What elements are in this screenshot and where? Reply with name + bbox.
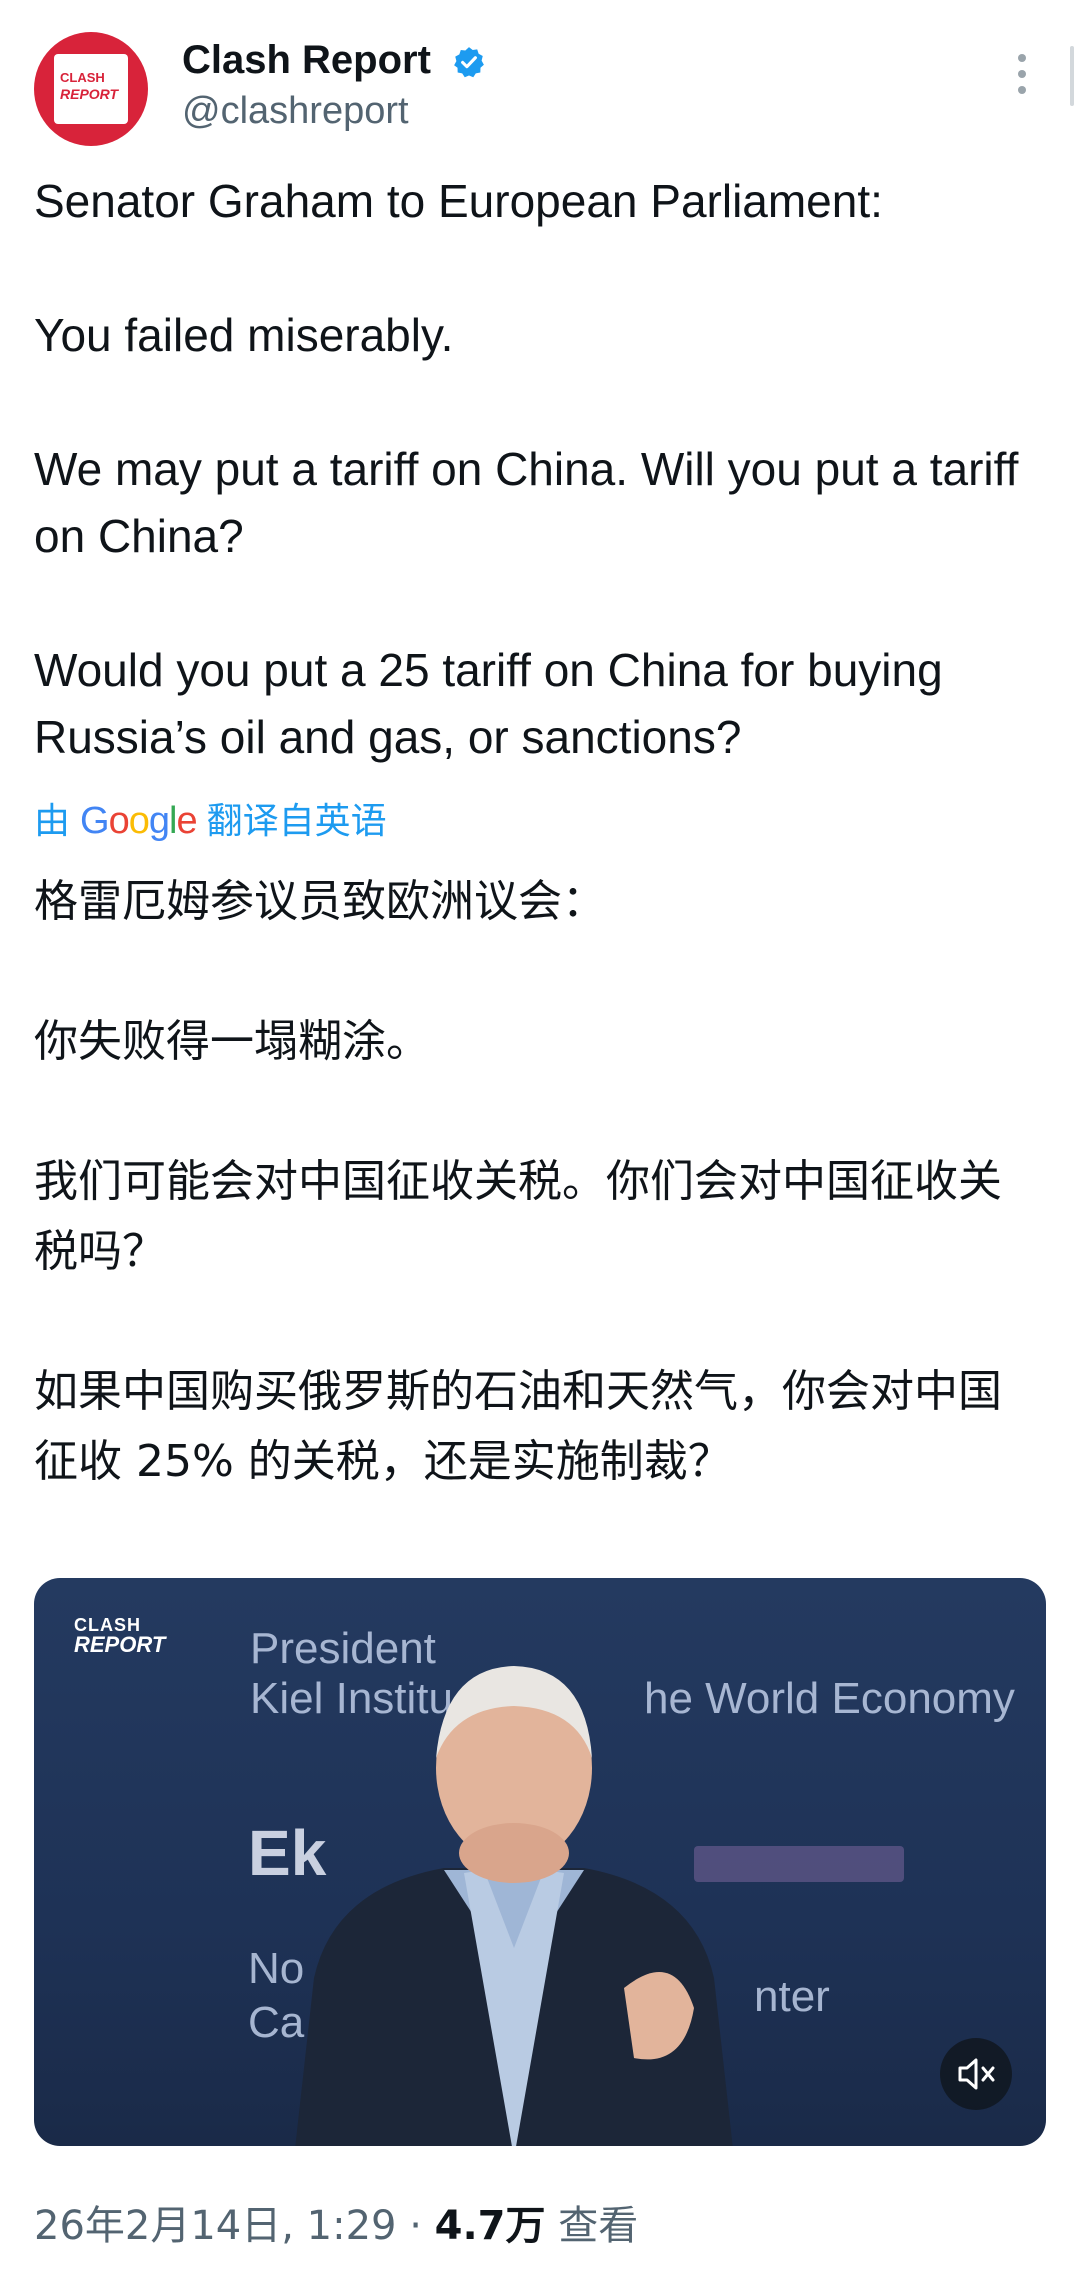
verified-badge-icon [454, 47, 484, 78]
author-handle[interactable]: @clashreport [182, 88, 409, 134]
author-name-row[interactable]: Clash Report [182, 36, 486, 84]
volume-muted-icon [958, 2058, 995, 2090]
tweet-header: CLASH REPORT Clash Report @clashreport [0, 0, 1080, 160]
avatar[interactable]: CLASH REPORT [34, 32, 148, 146]
tweet-paragraph-3: We may put a tariff on China. Will you p… [34, 443, 1032, 562]
translated-prefix: 由 [34, 800, 71, 841]
speaker-figure [295, 1666, 733, 2146]
scroll-indicator [1070, 46, 1074, 106]
avatar-logo-text-top: CLASH [60, 70, 105, 85]
tweet-paragraph-4: Would you put a 25 tariff on China for b… [34, 644, 956, 763]
video-player[interactable]: President Kiel Institu he World Economy … [34, 1578, 1046, 2146]
translated-by-google-link[interactable]: 由 Google 翻译自英语 [34, 791, 1054, 851]
avatar-logo: CLASH REPORT [54, 54, 128, 124]
video-watermark-logo: CLASH REPORT [74, 1616, 165, 1656]
avatar-logo-text-bottom: REPORT [60, 86, 119, 102]
view-count: 4.7万 [434, 2203, 546, 2249]
translated-paragraph-2: 你失败得一塌糊涂。 [34, 1016, 430, 1067]
mute-button[interactable] [940, 2038, 1012, 2110]
view-count-label: 查看 [545, 2203, 639, 2249]
translated-paragraph-1: 格雷厄姆参议员致欧洲议会： [34, 876, 606, 927]
video-bg-text-7: nter [754, 1972, 830, 2021]
timestamp[interactable]: 26年2月14日, 1:29 · [34, 2203, 435, 2249]
more-options-icon[interactable] [1012, 54, 1032, 104]
tweet-meta: 26年2月14日, 1:29 · 4.7万 查看 [34, 2200, 638, 2252]
tweet-paragraph-2: You failed miserably. [34, 309, 454, 361]
translated-suffix: 翻译自英语 [206, 800, 387, 841]
tweet-body: Senator Graham to European Parliament: Y… [34, 168, 1054, 1497]
translated-paragraph-4: 如果中国购买俄罗斯的石油和天然气，你会对中国征收 25% 的关税，还是实施制裁？ [34, 1366, 1002, 1487]
tweet-paragraph-1: Senator Graham to European Parliament: [34, 175, 883, 227]
author-name[interactable]: Clash Report [182, 38, 431, 82]
translated-paragraph-3: 我们可能会对中国征收关税。你们会对中国征收关税吗？ [34, 1156, 1002, 1277]
video-bg-text-top [254, 1580, 266, 1630]
google-logo-icon: Google [80, 800, 198, 842]
video-logo-line2: REPORT [74, 1632, 166, 1657]
